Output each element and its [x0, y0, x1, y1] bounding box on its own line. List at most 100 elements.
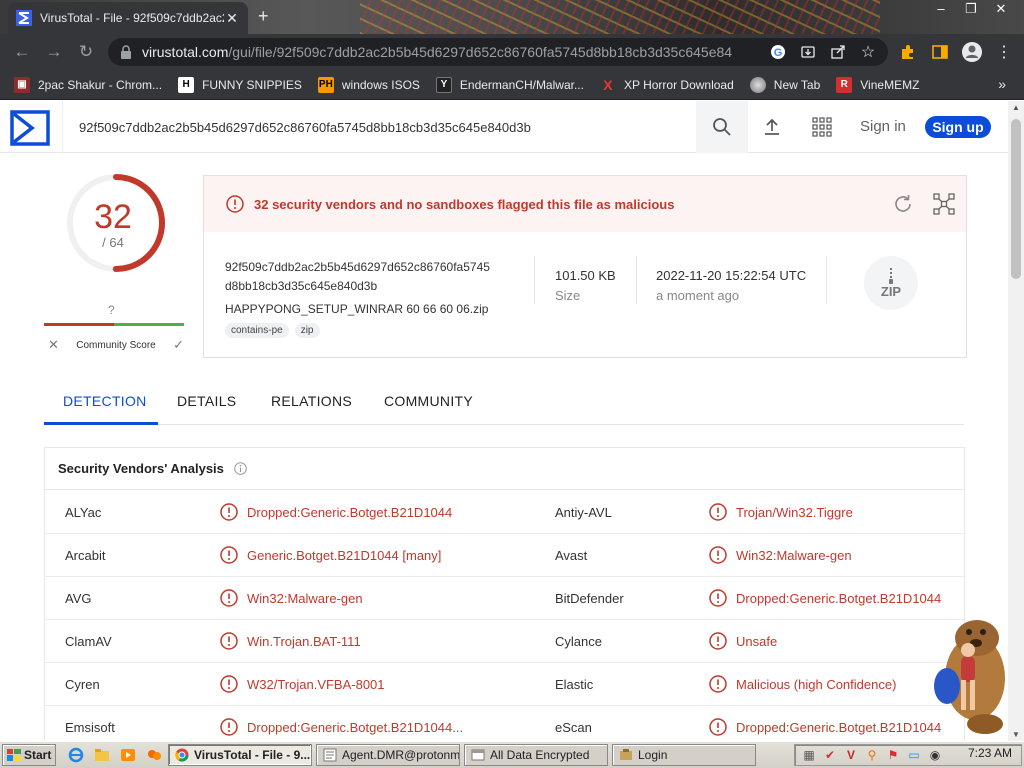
bookmark-item[interactable]: Y EndermanCH/Malwar... — [435, 76, 584, 93]
malicious-alert: 32 security vendors and no sandboxes fla… — [204, 176, 966, 232]
upload-icon[interactable] — [758, 115, 786, 139]
graph-view-icon[interactable] — [932, 192, 956, 216]
tray-monitor-icon[interactable]: ▭ — [906, 747, 922, 763]
vendor-name: ALYac — [65, 505, 102, 520]
scrollbar-thumb[interactable] — [1011, 119, 1021, 279]
profile-avatar-icon[interactable] — [960, 38, 984, 66]
tab-detection[interactable]: DETECTION — [63, 393, 147, 409]
title-bar-decoration — [360, 0, 880, 34]
vendor-result: Trojan/Win32.Tiggre — [709, 503, 853, 521]
vendor-name: ClamAV — [65, 634, 112, 649]
tab-community[interactable]: COMMUNITY — [384, 393, 473, 409]
analysis-date: 2022-11-20 15:22:54 UTC — [656, 268, 807, 283]
bookmark-item[interactable]: PH windows ISOS — [317, 76, 420, 93]
tray-v-icon[interactable]: V — [843, 747, 859, 763]
virustotal-logo-icon[interactable] — [10, 110, 50, 146]
tray-check-icon[interactable]: ✔ — [822, 747, 838, 763]
search-button[interactable] — [696, 101, 748, 153]
back-icon[interactable]: ← — [6, 36, 38, 68]
detection-alert-icon — [220, 632, 238, 650]
scroll-up-icon[interactable]: ▲ — [1012, 103, 1020, 112]
minimize-icon[interactable]: – — [926, 0, 956, 20]
install-app-icon[interactable] — [798, 42, 818, 62]
taskbar-button-encrypted[interactable]: All Data Encrypted — [464, 744, 608, 766]
bookmark-item[interactable]: R VineMEMZ — [836, 76, 919, 93]
scroll-down-icon[interactable]: ▼ — [1012, 730, 1020, 739]
vendor-result: Malicious (high Confidence) — [709, 675, 896, 693]
reanalyze-icon[interactable] — [892, 193, 914, 215]
reload-icon[interactable]: ↻ — [70, 36, 102, 68]
taskbar-button-virustotal[interactable]: VirusTotal - File - 9... — [168, 744, 312, 766]
page-scrollbar[interactable]: ▲ ▼ — [1008, 101, 1024, 741]
downvote-icon[interactable]: ✕ — [48, 337, 59, 353]
extensions-icon[interactable] — [896, 38, 920, 66]
chrome-icon — [175, 748, 189, 762]
tray-flag-icon[interactable]: ⚑ — [885, 747, 901, 763]
vt-search-input[interactable]: 92f509c7ddb2ac2b5b45d6297d652c86760fa574… — [62, 101, 696, 153]
community-score-value: ? — [108, 303, 115, 317]
vendor-row: Cyren W32/Trojan.VFBA-8001 Elastic Maliciou… — [45, 663, 964, 706]
detection-alert-icon — [220, 675, 238, 693]
messenger-icon[interactable] — [144, 745, 164, 765]
media-player-icon[interactable] — [118, 745, 138, 765]
detection-alert-icon — [709, 675, 727, 693]
explorer-folder-icon[interactable] — [92, 745, 112, 765]
file-size-label: Size — [555, 288, 581, 303]
address-bar[interactable]: virustotal.com/gui/file/92f509c7ddb2ac2b… — [108, 38, 888, 66]
vendor-name: Elastic — [555, 677, 594, 692]
bookmarks-overflow-icon[interactable]: » — [998, 76, 1006, 92]
window-close-icon[interactable]: ✕ — [986, 0, 1016, 20]
browser-tab-virustotal[interactable]: VirusTotal - File - 92f509c7ddb2ac2 ✕ — [8, 2, 248, 34]
vendor-result: Dropped:Generic.Botget.B21D1044 — [709, 718, 941, 736]
quick-launch — [66, 745, 164, 765]
google-lens-icon[interactable]: G — [768, 42, 788, 62]
sidebar-icon[interactable] — [928, 38, 952, 66]
vendors-title: Security Vendors' Analysis — [58, 461, 224, 476]
share-icon[interactable] — [828, 42, 848, 62]
vendor-result: Dropped:Generic.Botget.B21D1044 — [709, 589, 941, 607]
active-tab-indicator — [44, 422, 158, 425]
tag-chip[interactable]: zip — [294, 323, 320, 338]
bookmark-item[interactable]: X XP Horror Download — [600, 77, 734, 93]
vendor-name: eScan — [555, 720, 592, 735]
tag-chip[interactable]: contains-pe — [225, 323, 289, 338]
tray-speaker-icon[interactable]: ◉ — [927, 747, 943, 763]
tab-relations[interactable]: RELATIONS — [271, 393, 352, 409]
tray-search-icon[interactable]: ⚲ — [864, 747, 880, 763]
vendor-name: Cyren — [65, 677, 100, 692]
detection-alert-icon — [709, 503, 727, 521]
close-tab-icon[interactable]: ✕ — [224, 10, 240, 27]
vendor-result: Win32:Malware-gen — [220, 589, 363, 607]
info-icon[interactable] — [234, 462, 247, 475]
file-size: 101.50 KB — [555, 268, 616, 283]
tray-grid-icon[interactable]: ▦ — [801, 747, 817, 763]
bookmark-star-icon[interactable]: ☆ — [858, 42, 878, 62]
file-hash: 92f509c7ddb2ac2b5b45d6297d652c86760fa574… — [225, 260, 490, 293]
tab-details[interactable]: DETAILS — [177, 393, 236, 409]
new-tab-button[interactable]: + — [258, 6, 269, 27]
ie-icon[interactable] — [66, 745, 86, 765]
forward-icon[interactable]: → — [38, 36, 70, 68]
bookmark-item[interactable]: New Tab — [749, 76, 820, 93]
taskbar-button-login[interactable]: Login — [612, 744, 756, 766]
bookmark-item[interactable]: H FUNNY SNIPPIES — [178, 76, 302, 93]
sign-up-button[interactable]: Sign up — [925, 116, 991, 138]
divider — [826, 256, 827, 304]
vendor-result: Generic.Botget.B21D1044 [many] — [220, 546, 441, 564]
sign-in-link[interactable]: Sign in — [860, 118, 906, 135]
start-button[interactable]: Start — [2, 744, 56, 766]
alert-icon — [226, 195, 244, 213]
apps-grid-icon[interactable] — [808, 115, 836, 139]
upvote-icon[interactable]: ✓ — [173, 337, 184, 353]
chrome-menu-icon[interactable]: ⋮ — [992, 38, 1016, 66]
vendor-row: Arcabit Generic.Botget.B21D1044 [many] Ava… — [45, 534, 964, 577]
taskbar-button-email[interactable]: Agent.DMR@protonm... — [316, 744, 460, 766]
vendor-result: Dropped:Generic.Botget.B21D1044 — [220, 503, 452, 521]
vendors-header: Security Vendors' Analysis — [45, 448, 964, 490]
vendor-name: Avast — [555, 548, 588, 563]
alert-text: 32 security vendors and no sandboxes fla… — [254, 196, 675, 212]
bookmark-item[interactable]: ▣ 2pac Shakur - Chrom... — [14, 76, 162, 93]
window-icon — [471, 749, 485, 761]
file-type-badge: ZIP — [864, 256, 918, 310]
maximize-icon[interactable]: ❐ — [956, 0, 986, 20]
